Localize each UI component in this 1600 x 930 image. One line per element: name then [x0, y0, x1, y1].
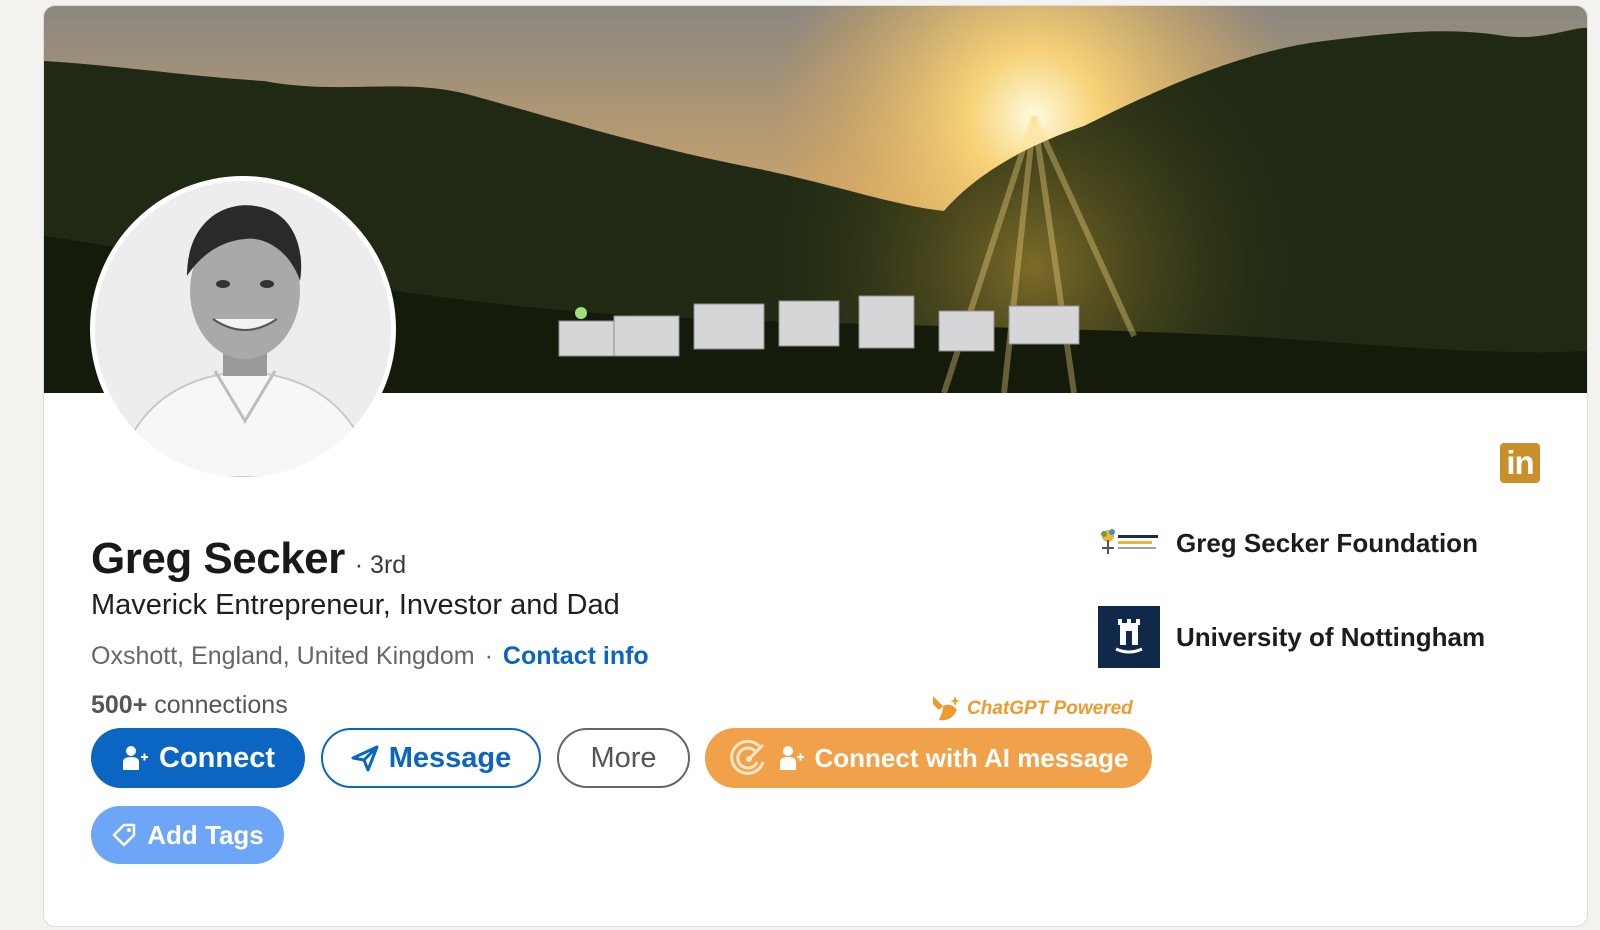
connect-with-ai-message-button[interactable]: Connect with AI message: [705, 728, 1152, 788]
chatgpt-powered-badge: ChatGPT Powered: [929, 692, 1133, 726]
chatgpt-label: ChatGPT Powered: [967, 698, 1133, 719]
connect-label: Connect: [159, 741, 275, 774]
greg-secker-foundation-logo: [1098, 526, 1160, 560]
add-person-icon: [779, 746, 804, 770]
send-icon: [351, 745, 379, 772]
connection-degree: · 3rd: [354, 551, 407, 579]
message-label: Message: [388, 741, 512, 774]
connect-button[interactable]: Connect: [91, 728, 305, 788]
affiliation-greg-secker-foundation[interactable]: Greg Secker Foundation: [1098, 526, 1478, 560]
profile-location: Oxshott, England, United Kingdom: [91, 642, 475, 670]
affiliation-name: Greg Secker Foundation: [1176, 527, 1478, 558]
tag-icon: [112, 823, 136, 847]
profile-photo[interactable]: [90, 176, 396, 482]
separator: ·: [484, 642, 493, 670]
affiliation-name: University of Nottingham: [1176, 621, 1486, 652]
affiliation-university-of-nottingham[interactable]: University of Nottingham: [1098, 606, 1485, 668]
profile-card: in Greg Secker · 3rd Maverick Entreprene…: [43, 5, 1588, 927]
magic-sparkle-icon: [933, 696, 960, 721]
connections-count[interactable]: 500+ connections: [91, 691, 288, 720]
profile-name-row: Greg Secker · 3rd: [91, 534, 406, 584]
university-of-nottingham-logo: [1098, 606, 1160, 668]
more-label: More: [590, 741, 657, 774]
more-button[interactable]: More: [557, 728, 690, 788]
add-tags-button[interactable]: Add Tags: [91, 806, 284, 864]
ai-target-icon: [729, 739, 764, 775]
linkedin-icon[interactable]: in: [1500, 443, 1540, 483]
connections-label: connections: [154, 691, 288, 719]
profile-name: Greg Secker: [91, 534, 345, 583]
add-person-icon: [123, 746, 148, 770]
person-portrait-icon: [95, 181, 391, 477]
location-row: Oxshott, England, United Kingdom · Conta…: [91, 642, 649, 671]
contact-info-link[interactable]: Contact info: [503, 642, 649, 671]
connect-ai-label: Connect with AI message: [814, 742, 1129, 773]
add-tags-label: Add Tags: [147, 819, 264, 850]
message-button[interactable]: Message: [321, 728, 541, 788]
connections-number: 500+: [91, 691, 148, 719]
profile-headline: Maverick Entrepreneur, Investor and Dad: [91, 589, 620, 621]
